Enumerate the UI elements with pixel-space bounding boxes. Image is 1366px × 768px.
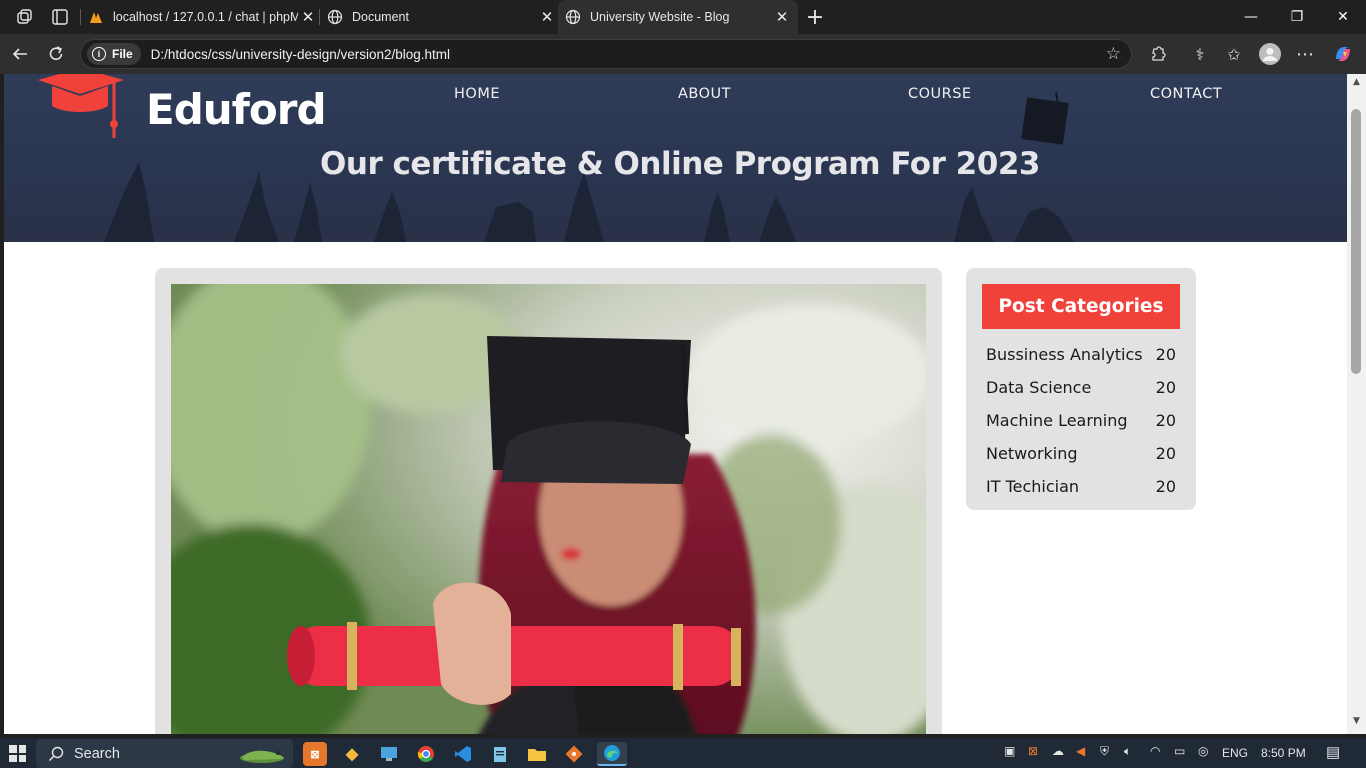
nav-link-contact[interactable]: CONTACT bbox=[1150, 86, 1222, 102]
category-count: 20 bbox=[1155, 345, 1176, 364]
category-item[interactable]: Machine Learning 20 bbox=[986, 404, 1176, 437]
globe-icon bbox=[327, 9, 343, 25]
tray-xampp-icon[interactable]: ⊠ bbox=[1028, 744, 1038, 758]
chrome-icon[interactable] bbox=[414, 742, 438, 766]
camera-icon[interactable]: ◎ bbox=[1198, 744, 1208, 758]
category-count: 20 bbox=[1155, 444, 1176, 463]
tab-document[interactable]: Document ✕ bbox=[325, 0, 557, 34]
graduation-cap-icon bbox=[38, 74, 124, 138]
favorites-icon[interactable]: ✩ bbox=[1222, 42, 1246, 66]
url-text[interactable]: D:/htdocs/css/university-design/version2… bbox=[151, 47, 450, 62]
tab-separator bbox=[80, 9, 81, 25]
category-count: 20 bbox=[1155, 378, 1176, 397]
browser-essentials-icon[interactable]: ⚕ bbox=[1188, 42, 1212, 66]
page-scrollbar[interactable]: ▲ ▼ bbox=[1347, 74, 1366, 734]
xampp-icon[interactable]: ⊠ bbox=[303, 742, 327, 766]
vscode-icon[interactable] bbox=[451, 742, 475, 766]
category-name: Data Science bbox=[986, 378, 1092, 397]
scroll-down-arrow-icon[interactable]: ▼ bbox=[1351, 716, 1362, 727]
tab-title: Document bbox=[352, 10, 409, 24]
close-tab-icon[interactable]: ✕ bbox=[772, 7, 792, 27]
remote-desktop-icon[interactable] bbox=[377, 742, 401, 766]
notifications-icon[interactable]: ▤ bbox=[1326, 743, 1340, 761]
security-icon[interactable]: ⛨ bbox=[1100, 744, 1109, 759]
workspaces-icon[interactable] bbox=[13, 6, 35, 28]
blog-post-card bbox=[155, 268, 942, 734]
language-indicator[interactable]: ENG bbox=[1222, 746, 1248, 760]
category-count: 20 bbox=[1155, 477, 1176, 496]
close-tab-icon[interactable]: ✕ bbox=[537, 7, 557, 27]
extensions-icon[interactable] bbox=[1146, 42, 1170, 66]
hero-title: Our certificate & Online Program For 202… bbox=[320, 146, 1040, 182]
site-logo[interactable]: Eduford bbox=[34, 74, 327, 142]
category-count: 20 bbox=[1155, 411, 1176, 430]
scrollbar-thumb[interactable] bbox=[1351, 109, 1361, 374]
tab-title: University Website - Blog bbox=[590, 10, 730, 24]
restore-button[interactable]: ❐ bbox=[1274, 0, 1320, 34]
browser-toolbar: i File D:/htdocs/css/university-design/v… bbox=[0, 34, 1366, 74]
tab-title: localhost / 127.0.0.1 / chat | phpMyAdmi… bbox=[113, 10, 298, 24]
favorite-star-icon[interactable]: ☆ bbox=[1106, 44, 1121, 64]
search-icon bbox=[48, 746, 64, 761]
category-name: IT Techician bbox=[986, 477, 1080, 496]
file-explorer-icon[interactable] bbox=[525, 742, 549, 766]
nav-link-home[interactable]: HOME bbox=[454, 86, 500, 102]
category-name: Machine Learning bbox=[986, 411, 1128, 430]
edge-taskbar-icon[interactable] bbox=[597, 742, 627, 766]
copilot-icon[interactable] bbox=[1331, 42, 1355, 66]
close-tab-icon[interactable]: ✕ bbox=[298, 7, 318, 27]
globe-icon bbox=[565, 9, 581, 25]
page-viewport: Eduford HOME ABOUT COURSE CONTACT Our ce… bbox=[4, 74, 1347, 734]
back-icon[interactable] bbox=[8, 42, 32, 66]
categories-heading: Post Categories bbox=[982, 284, 1180, 329]
tab-separator bbox=[319, 9, 320, 25]
tray-app-icon[interactable]: ▣ bbox=[1004, 744, 1015, 758]
address-bar[interactable]: i File D:/htdocs/css/university-design/v… bbox=[80, 39, 1132, 69]
notepad-icon[interactable] bbox=[488, 742, 512, 766]
browser-tab-bar: localhost / 127.0.0.1 / chat | phpMyAdmi… bbox=[0, 0, 1366, 34]
refresh-icon[interactable] bbox=[44, 42, 68, 66]
onedrive-icon[interactable]: ☁ bbox=[1052, 744, 1064, 758]
nav-link-about[interactable]: ABOUT bbox=[678, 86, 731, 102]
post-categories-card: Post Categories Bussiness Analytics 20 D… bbox=[966, 268, 1196, 510]
category-name: Networking bbox=[986, 444, 1078, 463]
tab-phpmyadmin[interactable]: localhost / 127.0.0.1 / chat | phpMyAdmi… bbox=[86, 0, 318, 34]
start-button[interactable] bbox=[9, 745, 26, 762]
volume-icon[interactable]: 🔈︎ bbox=[1124, 744, 1131, 759]
search-label: Search bbox=[74, 745, 120, 762]
category-name: Bussiness Analytics bbox=[986, 345, 1143, 364]
hero-banner: Eduford HOME ABOUT COURSE CONTACT Our ce… bbox=[4, 74, 1347, 242]
wifi-icon[interactable]: ◠ bbox=[1150, 744, 1160, 758]
more-options-icon[interactable]: ⋯ bbox=[1293, 42, 1317, 66]
graduate-photo bbox=[171, 284, 926, 734]
file-transfer-icon[interactable]: ◆ bbox=[340, 742, 364, 766]
git-icon[interactable] bbox=[562, 742, 586, 766]
profile-avatar[interactable] bbox=[1258, 42, 1282, 66]
new-tab-button[interactable]: + bbox=[804, 5, 826, 30]
battery-icon[interactable]: ▭ bbox=[1174, 744, 1185, 758]
close-window-button[interactable]: ✕ bbox=[1320, 0, 1366, 34]
nav-link-course[interactable]: COURSE bbox=[908, 86, 972, 102]
windows-taskbar: Search ⊠ ◆ ▣ ⊠ ☁ ◀ ⛨ 🔈︎ ◠ ▭ ◎ ENG 8:50 P… bbox=[0, 738, 1366, 768]
category-item[interactable]: Data Science 20 bbox=[986, 371, 1176, 404]
tray-vlc-icon[interactable]: ◀ bbox=[1076, 744, 1085, 758]
category-item[interactable]: IT Techician 20 bbox=[986, 470, 1176, 503]
info-icon: i bbox=[92, 47, 106, 61]
search-highlight-image bbox=[240, 750, 284, 763]
tab-university-blog[interactable]: University Website - Blog ✕ bbox=[558, 0, 798, 34]
category-item[interactable]: Networking 20 bbox=[986, 437, 1176, 470]
phpmyadmin-icon bbox=[88, 9, 104, 25]
category-item[interactable]: Bussiness Analytics 20 bbox=[986, 338, 1176, 371]
scroll-up-arrow-icon[interactable]: ▲ bbox=[1351, 77, 1362, 88]
tab-actions-icon[interactable] bbox=[49, 6, 71, 28]
clock[interactable]: 8:50 PM bbox=[1261, 746, 1306, 760]
scheme-label: File bbox=[112, 47, 133, 61]
tossed-cap-image bbox=[1021, 91, 1069, 145]
taskbar-search[interactable]: Search bbox=[36, 739, 293, 768]
minimize-button[interactable]: — bbox=[1228, 0, 1274, 34]
site-info-button[interactable]: i File bbox=[87, 43, 141, 65]
logo-text: Eduford bbox=[146, 84, 327, 134]
